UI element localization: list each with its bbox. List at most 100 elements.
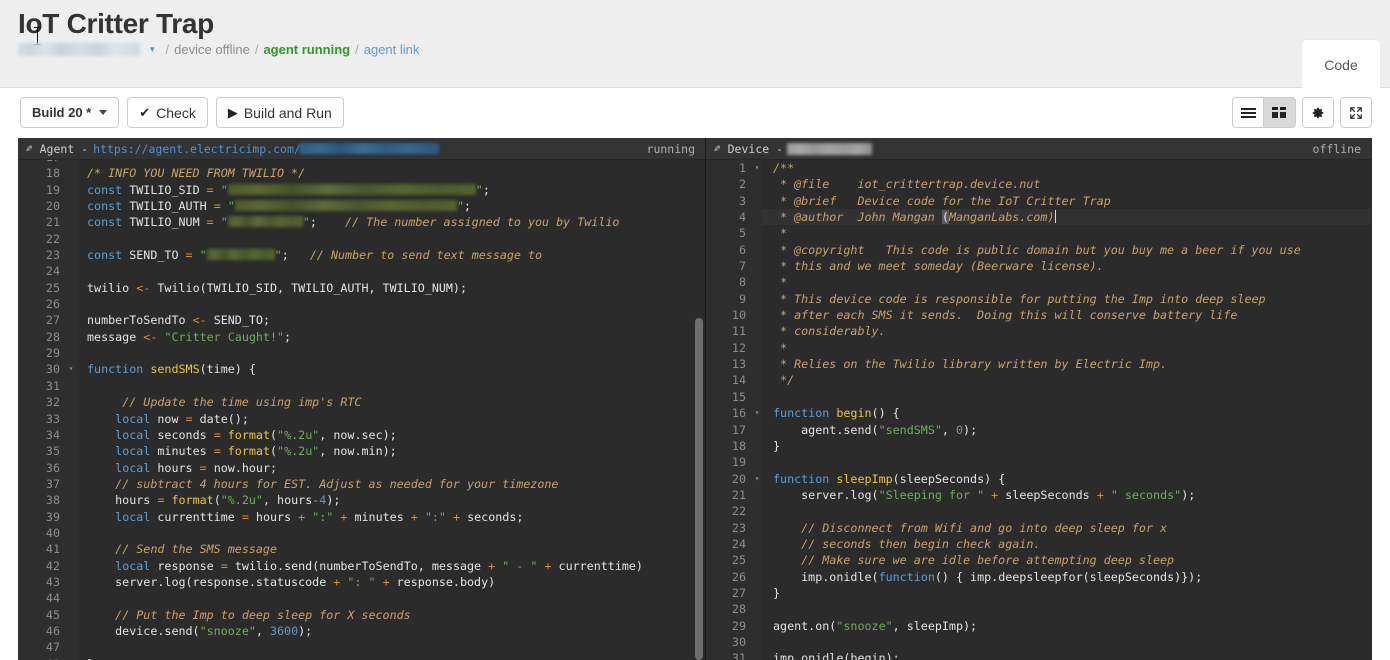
code-line[interactable]: 42 local response = twilio.send(numberTo…	[18, 557, 705, 574]
agent-pane-header: ✎ Agent - https://agent.electricimp.com/…	[18, 138, 705, 160]
code-line[interactable]: 36 local hours = now.hour;	[18, 459, 705, 476]
code-line[interactable]: 29 agent.on("snooze", sleepImp);	[706, 617, 1371, 634]
code-line[interactable]: 14 */	[706, 372, 1371, 389]
code-token: }	[773, 585, 781, 600]
code-line[interactable]: 23 // Disconnect from Wifi and go into d…	[706, 519, 1371, 536]
code-line[interactable]: 47	[18, 639, 705, 656]
code-line[interactable]: 15	[706, 388, 1371, 406]
code-line[interactable]: 1 ▾ /**	[706, 160, 1371, 177]
code-line[interactable]: 19 const TWILIO_SID = " ";	[18, 181, 705, 199]
code-line[interactable]: 23 const SEND_TO = " "; // Number to send …	[18, 247, 705, 264]
code-line[interactable]: 45 // Put the Imp to deep sleep for X se…	[18, 606, 705, 623]
code-token: <-	[143, 329, 165, 344]
breadcrumb-agent-link[interactable]: agent link	[364, 42, 420, 57]
code-line[interactable]: 6 * @copyright This code is public domai…	[706, 241, 1371, 259]
code-line[interactable]: 30	[706, 633, 1371, 651]
code-line[interactable]: 33 local now = date();	[18, 410, 705, 427]
code-line[interactable]: 31 imp.onidle(begin);	[706, 650, 1371, 660]
check-button[interactable]: ✔ Check	[127, 97, 208, 128]
code-line[interactable]: 21 server.log("Sleeping for " + sleepSec…	[706, 486, 1371, 504]
chevron-down-icon[interactable]: ▾	[150, 45, 155, 54]
code-line[interactable]: 19	[706, 454, 1371, 471]
code-token: format	[227, 444, 270, 459]
code-line[interactable]: 28 message <- "Critter Caught!";	[18, 328, 705, 346]
code-line[interactable]: 37 // subtract 4 hours for EST. Adjust a…	[18, 475, 705, 493]
list-lines-icon	[1240, 107, 1256, 118]
code-line[interactable]: 17 agent.send("sendSMS", 0);	[706, 421, 1371, 438]
code-line[interactable]: 13 * Relies on the Twilio library writte…	[706, 356, 1371, 373]
code-line[interactable]: 31	[18, 377, 705, 395]
agent-code-area[interactable]: 1718/* INFO YOU NEED FROM TWILIO */19con…	[18, 160, 705, 660]
fold-toggle-icon[interactable]: ▾	[751, 470, 763, 487]
line-number: 17	[706, 421, 751, 438]
code-line[interactable]: 34 local seconds = format("%.2u", now.se…	[18, 426, 705, 444]
fold-spacer	[751, 258, 763, 275]
code-line[interactable]: 22	[706, 503, 1371, 520]
code-line[interactable]: 39 local currenttime = hours + ":" + min…	[18, 508, 705, 525]
code-line[interactable]: 29	[18, 345, 705, 362]
code-line[interactable]: 3 * @brief Device code for the IoT Critt…	[706, 192, 1371, 210]
code-line[interactable]: 9 * This device code is responsible for …	[706, 290, 1371, 308]
code-line[interactable]: 20 ▾ function sleepImp(sleepSeconds) {	[706, 470, 1371, 487]
agent-vertical-scrollbar[interactable]	[695, 318, 703, 660]
build-selector-button[interactable]: Build 20 *	[20, 97, 120, 128]
code-line[interactable]: 11 * considerably.	[706, 323, 1371, 340]
code-line[interactable]: 18 /* INFO YOU NEED FROM TWILIO */	[18, 165, 705, 182]
code-line[interactable]: 40	[18, 524, 705, 542]
code-line[interactable]: 24	[18, 263, 705, 280]
fold-spacer	[65, 492, 77, 509]
code-line[interactable]: 38 hours = format("%.2u", hours-4);	[18, 492, 705, 509]
code-line[interactable]: 5 *	[706, 225, 1371, 242]
code-line[interactable]: 18}	[706, 437, 1371, 455]
fold-toggle-icon[interactable]: ▾	[751, 160, 763, 177]
code-token: /* INFO YOU NEED FROM TWILIO */	[87, 166, 306, 181]
code-line[interactable]: 48}	[18, 655, 705, 660]
code-line[interactable]: 26	[18, 296, 705, 313]
code-token: local	[115, 444, 158, 459]
code-line[interactable]: 2 * @file iot_crittertrap.device.nut	[706, 176, 1371, 193]
code-line[interactable]: 46 device.send("snooze", 3600);	[18, 622, 705, 640]
code-line[interactable]: 35 local minutes = format("%.2u", now.mi…	[18, 443, 705, 460]
code-token: +	[991, 487, 1006, 502]
line-number: 33	[18, 410, 65, 427]
code-token: <-	[192, 313, 214, 328]
pencil-icon[interactable]: ✎	[26, 142, 33, 155]
code-line[interactable]: 25 twilio <- Twilio(TWILIO_SID, TWILIO_AU…	[18, 279, 705, 297]
code-line[interactable]: 44	[18, 590, 705, 607]
fold-toggle-icon[interactable]: ▾	[751, 405, 763, 422]
view-split-button[interactable]	[1264, 97, 1296, 128]
code-line[interactable]: 12 *	[706, 339, 1371, 357]
code-line-text	[763, 503, 1371, 519]
code-line[interactable]: 41 // Send the SMS message	[18, 541, 705, 558]
fold-toggle-icon[interactable]: ▾	[65, 361, 77, 378]
breadcrumb-device-name-redacted[interactable]	[18, 43, 140, 56]
code-line[interactable]: 43 server.log(response.statuscode + ": "…	[18, 573, 705, 591]
tab-code[interactable]: Code	[1302, 40, 1380, 89]
code-line[interactable]: 4 * @author John Mangan (ManganLabs.com)	[706, 209, 1371, 226]
code-line[interactable]: 30 ▾ function sendSMS(time) {	[18, 361, 705, 378]
code-line[interactable]: 28	[706, 601, 1371, 618]
device-code-area[interactable]: 1 ▾/** 2 * @file iot_crittertrap.device.nu…	[706, 160, 1371, 660]
agent-url-link[interactable]: https://agent.electricimp.com/	[93, 142, 301, 156]
code-line[interactable]: 20 const TWILIO_AUTH = " ";	[18, 198, 705, 215]
build-and-run-button[interactable]: ▶ Build and Run	[215, 97, 344, 128]
code-line[interactable]: 21 const TWILIO_NUM = " "; // The number a…	[18, 214, 705, 231]
view-single-button[interactable]	[1232, 97, 1264, 128]
code-line-text: * considerably.	[763, 323, 1371, 339]
code-line[interactable]: 32 // Update the time using imp's RTC	[18, 394, 705, 411]
code-line[interactable]: 27}	[706, 584, 1371, 602]
code-line[interactable]: 8 *	[706, 274, 1371, 291]
settings-button[interactable]	[1302, 97, 1334, 128]
code-line[interactable]: 7 * this and we meet someday (Beerware l…	[706, 258, 1371, 275]
code-line[interactable]: 10 * after each SMS it sends. Doing this…	[706, 307, 1371, 324]
code-line[interactable]: 27 numberToSendTo <- SEND_TO;	[18, 312, 705, 329]
code-token: ;	[482, 182, 490, 197]
code-line[interactable]: 25 // Make sure we are idle before attem…	[706, 552, 1371, 569]
pencil-icon[interactable]: ✎	[714, 142, 721, 155]
code-token: imp.onidle(begin);	[773, 651, 900, 660]
code-line[interactable]: 24 // seconds then begin check again.	[706, 535, 1371, 553]
code-line[interactable]: 16 ▾ function begin() {	[706, 405, 1371, 422]
code-line[interactable]: 26 imp.onidle(function() { imp.deepsleep…	[706, 568, 1371, 585]
fullscreen-button[interactable]	[1340, 97, 1372, 128]
code-line[interactable]: 22	[18, 230, 705, 248]
